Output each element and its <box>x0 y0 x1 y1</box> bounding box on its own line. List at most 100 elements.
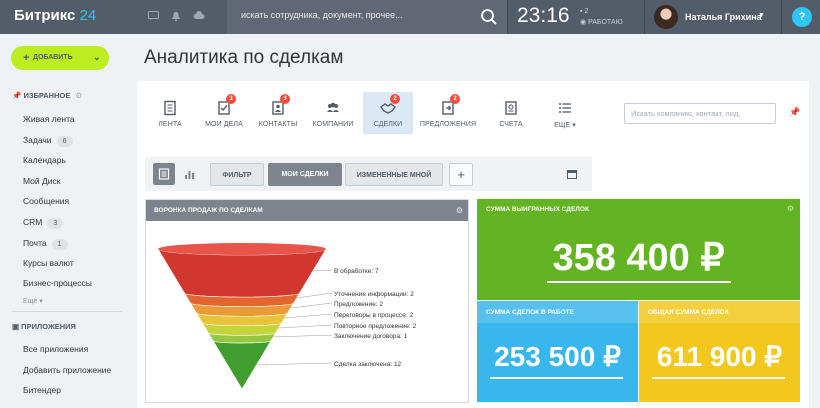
companies-icon <box>327 102 339 112</box>
widget-header[interactable]: ВОРОНКА ПРОДАЖ ПО СДЕЛКАМ ⚙ <box>146 200 468 221</box>
funnel-widget: ВОРОНКА ПРОДАЖ ПО СДЕЛКАМ ⚙ В обработке:… <box>145 199 469 403</box>
count-badge: 1 <box>51 239 68 250</box>
chat-icon[interactable] <box>147 11 159 23</box>
tab-label: ЕЩЕ ▾ <box>554 122 576 129</box>
value-underline <box>547 281 731 283</box>
tab-quotes[interactable]: 2 ПРЕДЛОЖЕНИЯ <box>417 92 479 134</box>
gear-icon[interactable]: ⚙ <box>787 204 794 213</box>
sidebar-item-label: Живая лента <box>23 114 75 124</box>
in-progress-tile[interactable]: СУММА СДЕЛОК В РАБОТЕ 253 500 ₽ <box>477 301 638 402</box>
sidebar-item-currency[interactable]: Курсы валют <box>23 258 74 268</box>
tab-label: ПРЕДЛОЖЕНИЯ <box>419 121 477 128</box>
funnel-leader-line <box>273 334 333 338</box>
cube-icon: ▣ <box>12 322 22 331</box>
funnel-leader-line <box>296 292 333 299</box>
funnel-stage-label: Заключение договора: 1 <box>334 333 408 340</box>
tab-invoices[interactable]: СЧЕТА <box>486 92 536 134</box>
widget-title: ВОРОНКА ПРОДАЖ ПО СДЕЛКАМ <box>154 207 263 214</box>
window-icon[interactable] <box>567 170 577 179</box>
sidebar-item-label: Календарь <box>23 155 66 165</box>
status-dot-icon: ◉ <box>580 19 589 26</box>
gear-icon[interactable]: ⚙ <box>75 91 82 100</box>
add-button[interactable]: + ДОБАВИТЬ ⌄ <box>11 46 109 70</box>
pin-icon: 📌 <box>12 91 24 100</box>
sidebar-item-disk[interactable]: Мой Диск <box>23 176 61 186</box>
invoices-icon <box>505 101 517 115</box>
count-badge: 2 <box>390 94 400 104</box>
count-badge: 3 <box>226 94 236 104</box>
sidebar-item-label: Мой Диск <box>23 176 61 186</box>
my-deals-button[interactable]: МОИ СДЕЛКИ <box>268 163 342 186</box>
sidebar-item-tasks[interactable]: Задачи 6 <box>23 135 73 147</box>
sidebar-item-label: Задачи <box>23 135 52 145</box>
tab-label: ЛЕНТА <box>158 121 182 128</box>
list-view-button[interactable] <box>153 163 175 185</box>
sidebar-item-mail[interactable]: Почта 1 <box>23 238 68 250</box>
pin-icon[interactable]: 📌 <box>789 107 800 118</box>
list-view-icon <box>158 168 170 180</box>
tab-label: КОНТАКТЫ <box>258 121 298 128</box>
workday-status[interactable]: ▪ 2 ◉ РАБОТАЮ <box>580 6 623 28</box>
crm-search-input[interactable] <box>624 103 776 124</box>
sidebar-item-messages[interactable]: Сообщения <box>23 196 69 206</box>
tab-my-tasks[interactable]: 3 МОИ ДЕЛА <box>199 92 249 134</box>
won-deals-tile[interactable]: СУММА ВЫИГРАННЫХ СДЕЛОК ⚙ 358 400 ₽ <box>477 199 800 300</box>
funnel-stage-label: В обработке: 7 <box>334 267 379 275</box>
clock[interactable]: 23:16 <box>517 4 570 28</box>
notification-count: 2 <box>584 8 589 15</box>
sidebar-item-bitender[interactable]: Битендер <box>23 385 61 395</box>
sidebar-item-label: Добавить приложение <box>23 365 112 375</box>
tab-more[interactable]: ЕЩЕ ▾ <box>540 92 590 134</box>
total-deals-tile[interactable]: ОБЩАЯ СУММА СДЕЛОК 611 900 ₽ <box>639 301 800 402</box>
sidebar-item-feed[interactable]: Живая лента <box>23 114 75 124</box>
tab-deals[interactable]: 2 СДЕЛКИ <box>363 92 413 134</box>
global-search <box>227 0 507 34</box>
chart-view-button[interactable] <box>179 163 201 185</box>
sidebar-item-label: Сообщения <box>23 196 70 206</box>
add-filter-button[interactable]: + <box>449 163 473 186</box>
count-badge: 6 <box>56 136 73 147</box>
tab-contacts[interactable]: 3 КОНТАКТЫ <box>253 92 303 134</box>
count-badge: 3 <box>47 218 64 229</box>
plus-icon: + <box>23 52 30 64</box>
tile-title: СУММА ВЫИГРАННЫХ СДЕЛОК <box>486 206 589 213</box>
count-badge: 3 <box>280 94 290 104</box>
chevron-down-icon: ⌄ <box>93 52 101 62</box>
top-bar: Битрикс 24 23:16 ▪ 2 ◉ РАБОТАЮ Наталья Г… <box>0 0 820 34</box>
apps-header[interactable]: ▣ ПРИЛОЖЕНИЯ <box>12 322 76 331</box>
bar-chart-icon <box>185 171 194 179</box>
tile-header-band <box>477 301 638 323</box>
tab-label: СДЕЛКИ <box>373 121 403 128</box>
changed-by-me-button[interactable]: ИЗМЕНЕННЫЕ МНОЙ <box>345 163 443 186</box>
global-search-input[interactable] <box>241 10 471 20</box>
tab-companies[interactable]: КОМПАНИИ <box>308 92 358 134</box>
sidebar-item-label: Все приложения <box>23 344 89 354</box>
favorites-title: ИЗБРАННОЕ <box>23 91 71 100</box>
tile-header-band <box>639 301 800 323</box>
cloud-icon[interactable] <box>193 11 205 23</box>
sidebar-item-add-app[interactable]: Добавить приложение <box>23 365 111 375</box>
tab-label: СЧЕТА <box>499 121 523 128</box>
filter-button[interactable]: ФИЛЬТР <box>210 163 264 186</box>
bell-icon[interactable] <box>170 11 182 23</box>
sidebar-item-bizproc[interactable]: Бизнес-процессы <box>23 278 92 288</box>
funnel-segment[interactable] <box>157 247 327 298</box>
avatar[interactable] <box>654 5 678 29</box>
gear-icon[interactable]: ⚙ <box>456 200 463 221</box>
search-icon[interactable] <box>479 7 499 27</box>
funnel-leader-line <box>278 324 333 329</box>
favorites-header[interactable]: 📌 ИЗБРАННОЕ ⚙ <box>12 91 82 100</box>
logo[interactable]: Битрикс 24 <box>14 7 96 24</box>
sidebar-more-link[interactable]: Еще ▾ <box>23 297 43 305</box>
help-button[interactable]: ? <box>792 7 812 27</box>
funnel-leader-line <box>284 313 333 319</box>
tile-value: 611 900 ₽ <box>656 341 783 372</box>
tab-feed[interactable]: ЛЕНТА <box>145 92 195 134</box>
chevron-down-icon[interactable]: ▼ <box>758 12 765 19</box>
sidebar-item-crm[interactable]: CRM 3 <box>23 217 64 229</box>
sidebar-item-all-apps[interactable]: Все приложения <box>23 344 88 354</box>
funnel-stage-label: Переговоры в процессе: 2 <box>334 312 413 319</box>
list-icon <box>559 103 571 113</box>
user-name[interactable]: Наталья Грихина <box>685 12 762 22</box>
sidebar-item-calendar[interactable]: Календарь <box>23 155 66 165</box>
